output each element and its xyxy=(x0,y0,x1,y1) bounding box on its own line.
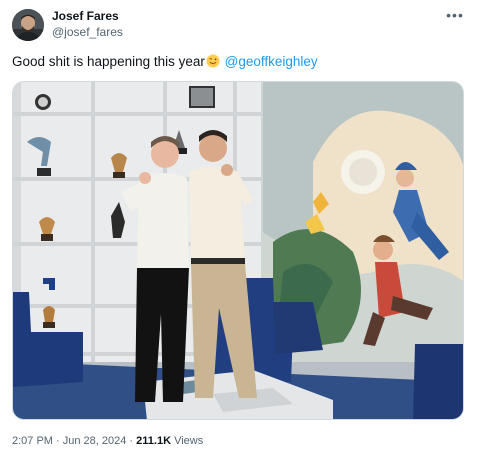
tweet-photo[interactable] xyxy=(12,81,464,420)
winking-tongue-emoji-icon xyxy=(206,54,220,73)
views-label: Views xyxy=(171,435,204,447)
more-horizontal-icon: ••• xyxy=(446,7,464,23)
tweet: Josef Fares @josef_fares ••• Good shit i… xyxy=(0,0,478,457)
views-count: 211.1K xyxy=(136,435,172,447)
avatar[interactable] xyxy=(12,9,44,41)
meta-separator: · xyxy=(52,435,63,447)
tweet-metadata: 2:07 PM · Jun 28, 2024 · 211.1K Views xyxy=(12,434,203,448)
tweet-date-link[interactable]: Jun 28, 2024 xyxy=(63,435,127,447)
photo-illustration xyxy=(13,82,463,419)
meta-separator: · xyxy=(126,435,137,447)
tweet-body: Good shit is happening this year xyxy=(12,54,205,69)
author-handle[interactable]: @josef_fares xyxy=(52,25,123,40)
tweet-time-link[interactable]: 2:07 PM xyxy=(12,435,53,447)
tweet-text: Good shit is happening this year @geoffk… xyxy=(12,53,318,73)
author-display-name[interactable]: Josef Fares xyxy=(52,9,119,24)
more-options-button[interactable]: ••• xyxy=(444,8,466,24)
avatar-image xyxy=(12,9,44,41)
mention-link[interactable]: @geoffkeighley xyxy=(225,54,318,69)
